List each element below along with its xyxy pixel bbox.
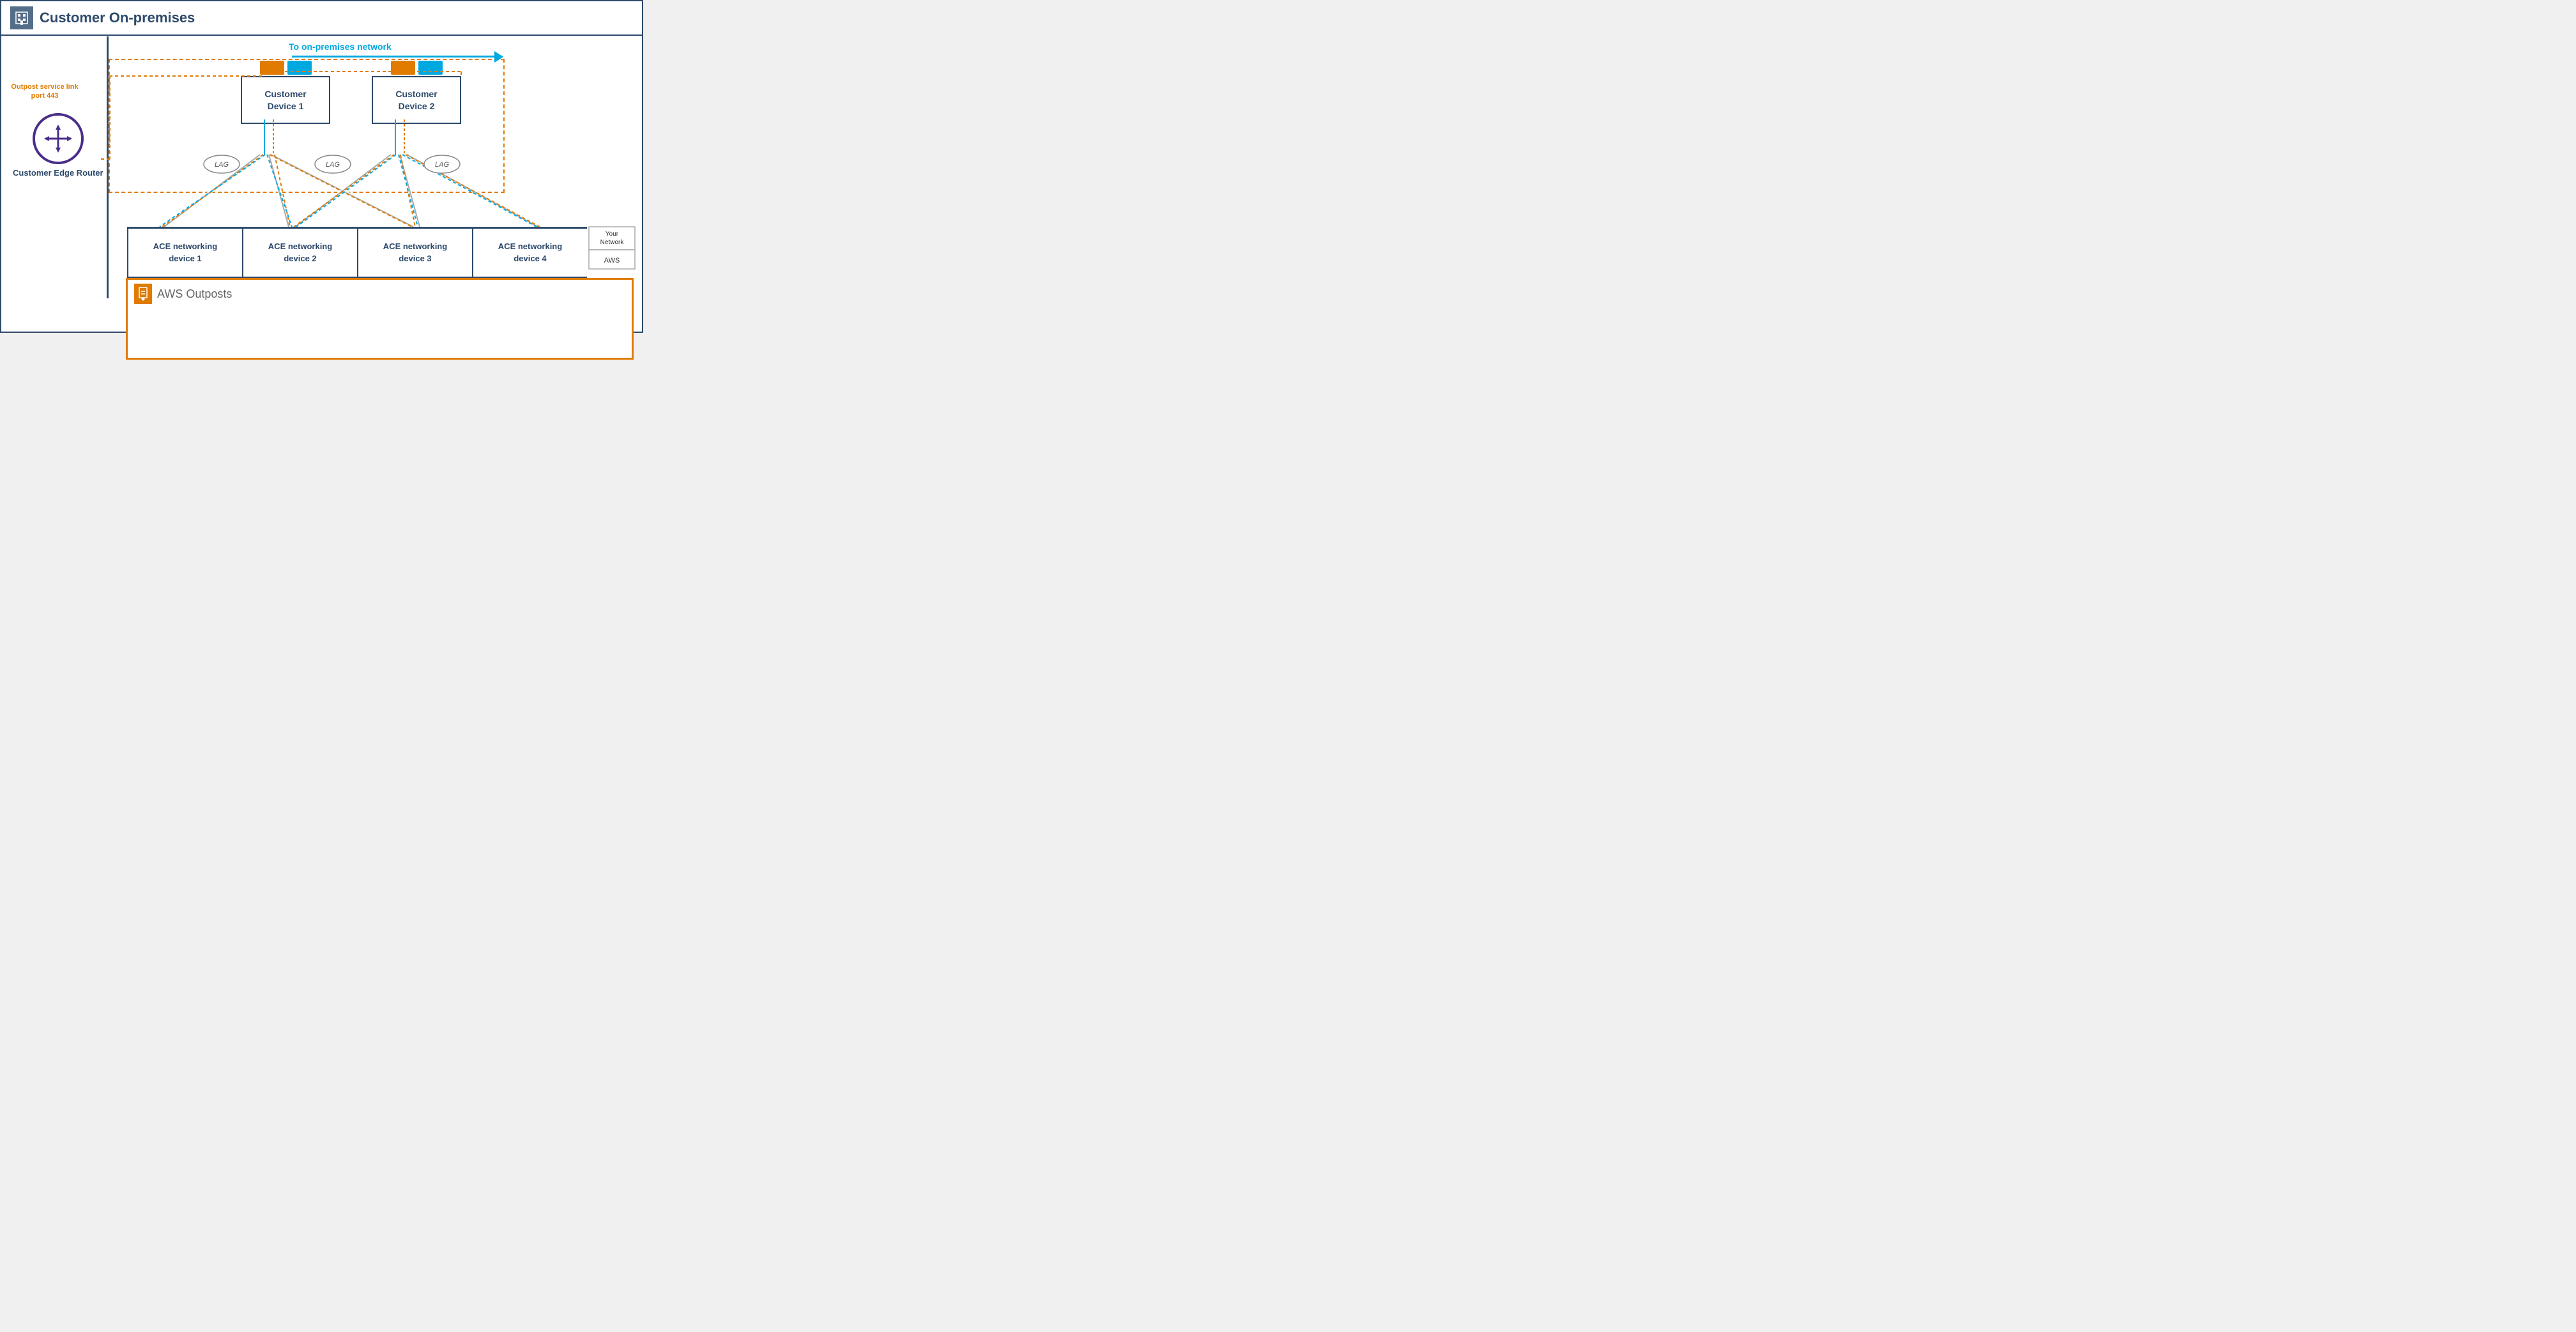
- router-icon: [33, 113, 84, 164]
- arrow-label: To on-premises network: [289, 42, 392, 52]
- ace-device-1: ACE networkingdevice 1: [128, 229, 243, 277]
- building-icon: [10, 6, 33, 29]
- svg-text:LAG: LAG: [326, 161, 340, 169]
- svg-text:LAG: LAG: [435, 161, 449, 169]
- svg-text:Your: Your: [606, 231, 619, 238]
- outposts-header: AWS Outposts: [128, 280, 632, 308]
- outposts-icon: [134, 284, 152, 304]
- ace-devices-row: ACE networkingdevice 1 ACE networkingdev…: [127, 227, 587, 279]
- device-2-ports: [391, 61, 443, 75]
- ace-device-2: ACE networkingdevice 2: [243, 229, 358, 277]
- edge-router: Customer Edge Router: [13, 113, 103, 179]
- page-title: Customer On-premises: [40, 10, 195, 26]
- customer-device-2: CustomerDevice 2: [372, 61, 461, 124]
- customer-device-1: CustomerDevice 1: [241, 61, 330, 124]
- port-blue-1: [287, 61, 312, 75]
- svg-text:AWS: AWS: [604, 257, 620, 264]
- arrow-line: [292, 56, 503, 57]
- header: Customer On-premises: [1, 1, 642, 36]
- outposts-section: AWS Outposts: [126, 278, 634, 360]
- service-link-label: Outpost service linkport 443: [6, 82, 83, 101]
- ace-device-3: ACE networkingdevice 3: [358, 229, 473, 277]
- main-container: Customer On-premises Outpost service lin…: [0, 0, 643, 333]
- device-1-box: CustomerDevice 1: [241, 76, 330, 124]
- ace-device-4: ACE networkingdevice 4: [473, 229, 587, 277]
- port-orange-2: [391, 61, 415, 75]
- port-orange-1: [260, 61, 284, 75]
- device-2-box: CustomerDevice 2: [372, 76, 461, 124]
- content-area: Outpost service linkport 443 To on-premi…: [1, 36, 642, 332]
- port-blue-2: [418, 61, 443, 75]
- router-label: Customer Edge Router: [13, 168, 103, 179]
- svg-text:LAG: LAG: [215, 161, 229, 169]
- device-1-ports: [260, 61, 312, 75]
- outposts-title: AWS Outposts: [157, 287, 232, 301]
- svg-text:Network: Network: [600, 239, 625, 246]
